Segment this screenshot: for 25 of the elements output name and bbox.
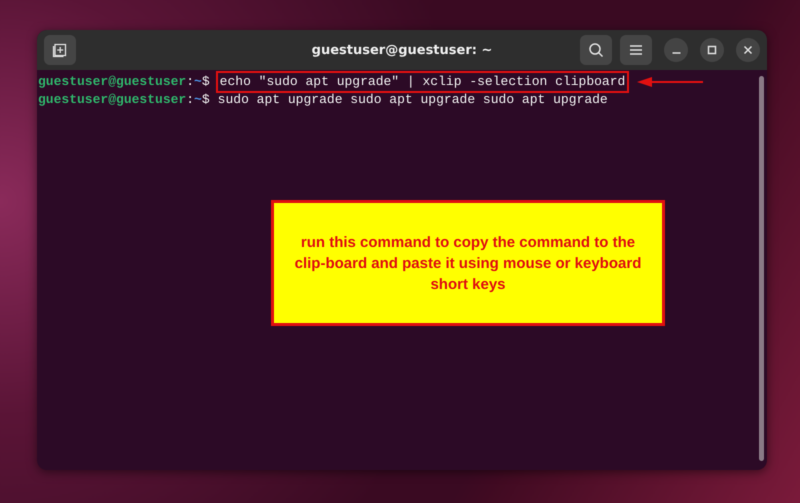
prompt-user-host: guestuser@guestuser xyxy=(38,91,186,109)
command-text: sudo apt upgrade sudo apt upgrade sudo apt upgrade xyxy=(216,91,609,109)
search-button[interactable] xyxy=(580,35,612,65)
minimize-button[interactable] xyxy=(664,38,688,62)
maximize-button[interactable] xyxy=(700,38,724,62)
pointer-arrow xyxy=(637,76,704,88)
window-title: guestuser@guestuser: ~ xyxy=(312,42,492,58)
close-icon xyxy=(743,45,753,55)
close-button[interactable] xyxy=(736,38,760,62)
prompt-symbol: $ xyxy=(202,73,210,91)
prompt-user-host: guestuser@guestuser xyxy=(38,73,186,91)
minimize-icon xyxy=(672,52,680,54)
prompt-separator: : xyxy=(186,73,194,91)
prompt-separator: : xyxy=(186,91,194,109)
prompt-path: ~ xyxy=(194,73,202,91)
menu-icon xyxy=(629,44,643,56)
maximize-icon xyxy=(707,45,717,55)
prompt-path: ~ xyxy=(194,91,202,109)
prompt-symbol: $ xyxy=(202,91,210,109)
callout-text: run this command to copy the command to the clip-board and paste it using mouse or keyboard short keys xyxy=(294,232,642,294)
highlighted-command: echo "sudo apt upgrade" | xclip -selection clipboard xyxy=(216,71,630,93)
new-tab-button[interactable] xyxy=(44,35,76,65)
search-icon xyxy=(588,42,604,58)
menu-button[interactable] xyxy=(620,35,652,65)
new-tab-icon xyxy=(52,42,68,58)
